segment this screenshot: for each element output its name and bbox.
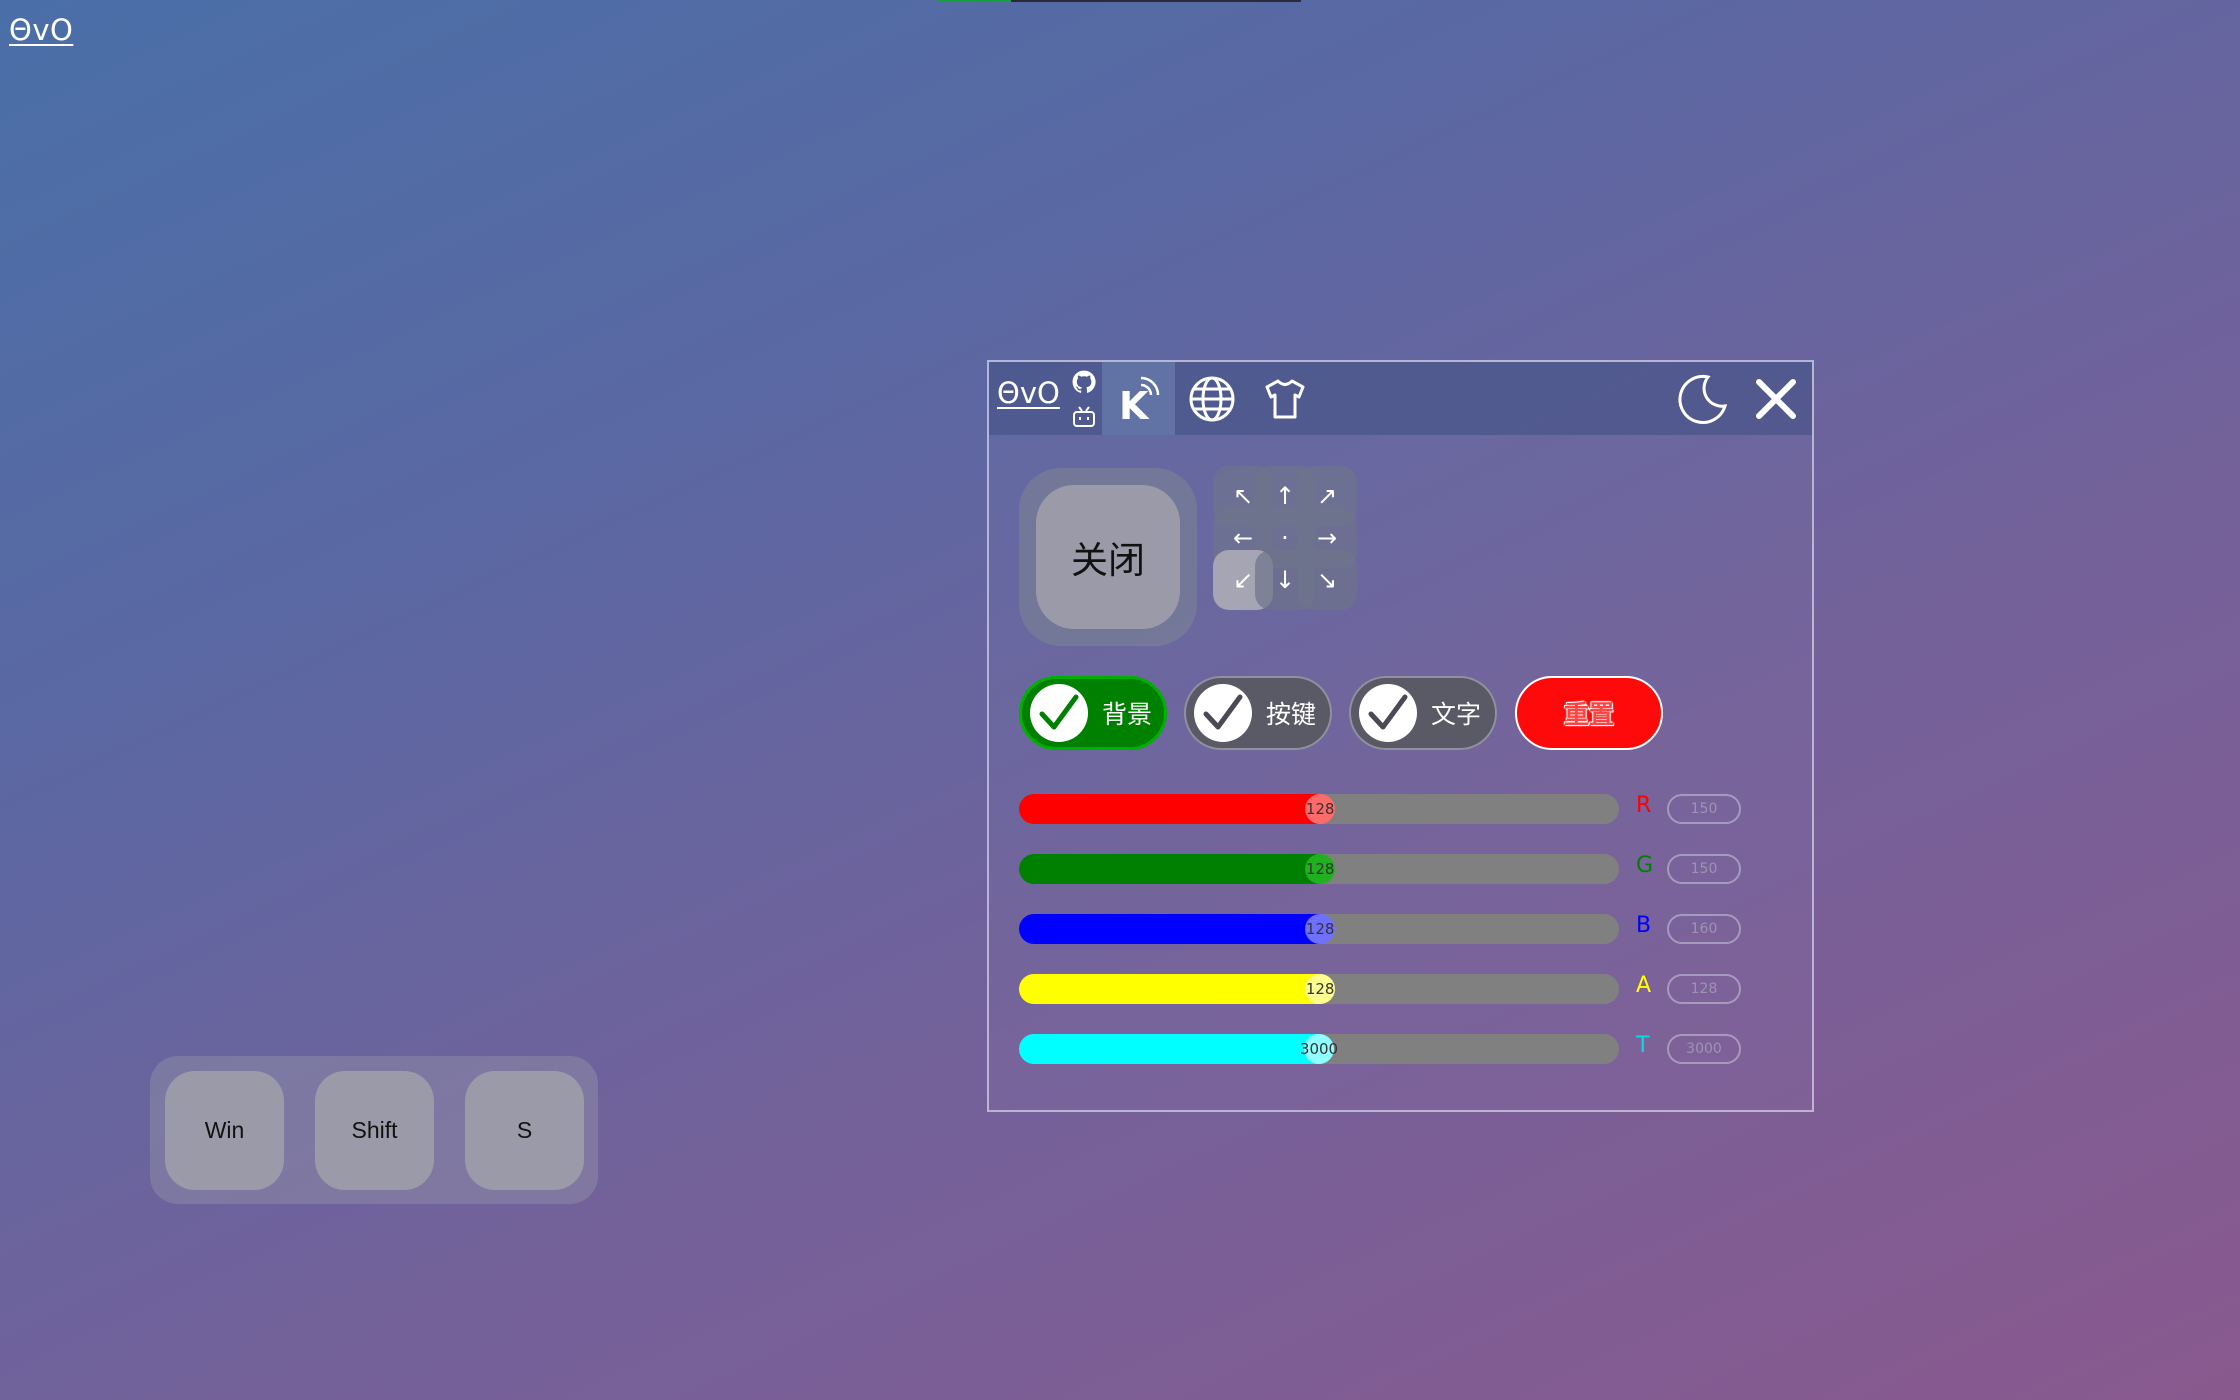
key-display: Win Shift S	[150, 1056, 598, 1204]
key-cap: Shift	[315, 1071, 434, 1190]
toggle-text[interactable]: 文字	[1349, 676, 1497, 750]
direction-button-down-right[interactable]: ↘	[1297, 550, 1357, 610]
tab-theme[interactable]	[1248, 362, 1321, 435]
tab-language[interactable]	[1175, 362, 1248, 435]
github-icon[interactable]	[1071, 369, 1097, 399]
keyboard-signal-icon: K	[1119, 376, 1159, 427]
slider-thumb[interactable]: 128	[1305, 794, 1336, 824]
slider-track[interactable]: 128	[1019, 794, 1619, 824]
channel-label: R	[1636, 793, 1652, 818]
key-cap: Win	[165, 1071, 284, 1190]
slider-thumb[interactable]: 128	[1305, 854, 1336, 884]
slider-r: 128 R 150	[1019, 793, 1741, 824]
slider-fill	[1019, 794, 1321, 824]
toggle-label: 按键	[1266, 700, 1317, 729]
svg-text:K: K	[1119, 384, 1150, 427]
globe-icon	[1189, 376, 1234, 421]
panel-toolbar: ΘvO K	[989, 362, 1812, 435]
checkmark-icon	[1359, 684, 1417, 742]
slider-fill	[1019, 1034, 1319, 1064]
channel-label: A	[1636, 973, 1652, 998]
checkmark-icon	[1030, 684, 1088, 742]
slider-t: 3000 T 3000	[1019, 1033, 1741, 1064]
slider-a: 128 A 128	[1019, 973, 1741, 1004]
moon-icon[interactable]	[1675, 372, 1729, 430]
slider-g: 128 G 150	[1019, 853, 1741, 884]
slider-track[interactable]: 128	[1019, 974, 1619, 1004]
reset-button[interactable]: 重置	[1515, 676, 1663, 750]
toggle-label: 背景	[1102, 700, 1153, 729]
slider-thumb[interactable]: 3000	[1300, 1034, 1338, 1064]
panel-logo[interactable]: ΘvO	[997, 376, 1060, 410]
slider-track[interactable]: 128	[1019, 914, 1619, 944]
toggle-background[interactable]: 背景	[1019, 676, 1167, 750]
main-toggle-button[interactable]: 关闭	[1036, 485, 1180, 629]
top-progress-fill	[938, 0, 1011, 2]
shirt-icon	[1265, 379, 1304, 418]
slider-track[interactable]: 3000	[1019, 1034, 1619, 1064]
channel-value-input[interactable]: 150	[1667, 854, 1741, 884]
key-cap: S	[465, 1071, 584, 1190]
toggle-label: 文字	[1431, 700, 1482, 729]
slider-track[interactable]: 128	[1019, 854, 1619, 884]
channel-value-input[interactable]: 160	[1667, 914, 1741, 944]
channel-value-input[interactable]: 3000	[1667, 1034, 1741, 1064]
channel-label: G	[1636, 853, 1654, 878]
slider-b: 128 B 160	[1019, 913, 1741, 944]
toggle-keys[interactable]: 按键	[1184, 676, 1332, 750]
channel-label: B	[1636, 913, 1652, 938]
main-toggle-container: 关闭	[1019, 468, 1197, 646]
slider-fill	[1019, 974, 1321, 1004]
checkmark-icon	[1194, 684, 1252, 742]
top-progress-bar	[938, 0, 1301, 2]
slider-fill	[1019, 914, 1321, 944]
slider-fill	[1019, 854, 1321, 884]
bilibili-tv-icon[interactable]	[1071, 405, 1097, 433]
slider-thumb[interactable]: 128	[1305, 974, 1336, 1004]
channel-value-input[interactable]: 128	[1667, 974, 1741, 1004]
channel-value-input[interactable]: 150	[1667, 794, 1741, 824]
close-icon[interactable]	[1755, 378, 1797, 424]
app-logo[interactable]: ΘvO	[9, 13, 73, 47]
settings-panel: ΘvO K 关闭 ↖ ↑ ↗ ← · → ↙ ↓ ↘ 背景 按键 文字 重置 1…	[987, 360, 1814, 1112]
tab-keyboard[interactable]: K	[1102, 362, 1175, 435]
channel-label: T	[1636, 1033, 1650, 1058]
slider-thumb[interactable]: 128	[1305, 914, 1336, 944]
